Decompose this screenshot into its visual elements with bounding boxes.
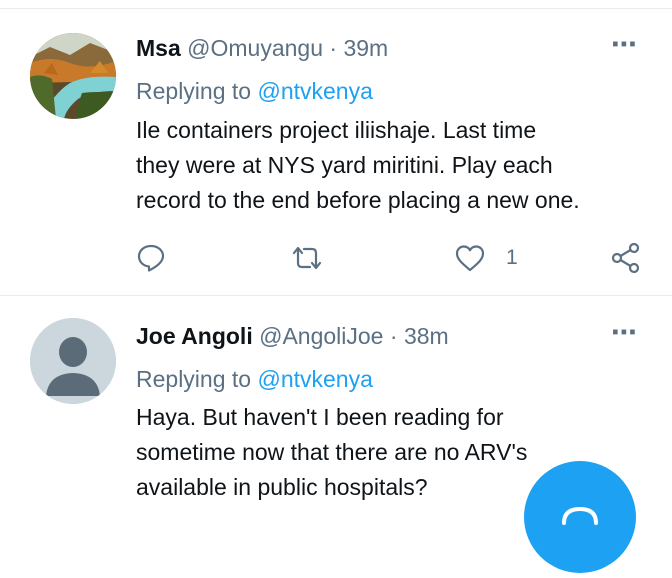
- timestamp[interactable]: 39m: [343, 35, 388, 61]
- separator-dot: ·: [389, 323, 398, 349]
- more-options-icon[interactable]: ⋯: [611, 29, 638, 60]
- like-count: 1: [506, 246, 518, 269]
- avatar[interactable]: [30, 33, 116, 119]
- separator-dot: ·: [329, 35, 338, 61]
- tweet-text-line: Haya. But haven't I been reading for: [136, 404, 504, 430]
- tweet-actions: 1: [136, 241, 656, 275]
- user-handle[interactable]: @Omuyangu: [187, 35, 323, 61]
- mention-link[interactable]: @ntvkenya: [257, 366, 372, 392]
- tweet-header: Msa @Omuyangu · 39m: [136, 35, 388, 62]
- tweet-text-line: record to the end before placing a new o…: [136, 187, 580, 213]
- avatar[interactable]: [30, 318, 116, 404]
- tweet-text-line: they were at NYS yard miritini. Play eac…: [136, 152, 553, 178]
- retweet-icon: [292, 246, 322, 270]
- share-icon: [611, 242, 640, 274]
- heart-icon: [455, 245, 485, 272]
- replying-to-line: Replying to @ntvkenya: [136, 78, 373, 105]
- display-name[interactable]: Msa: [136, 35, 181, 61]
- reply-button[interactable]: [136, 241, 166, 275]
- tweet-text-line: Ile containers project iliishaje. Last t…: [136, 117, 537, 143]
- top-divider: [0, 0, 672, 9]
- tweet-header: Joe Angoli @AngoliJoe · 38m: [136, 323, 449, 350]
- reply-icon: [137, 244, 165, 272]
- share-button[interactable]: [610, 241, 642, 275]
- replying-to-line: Replying to @ntvkenya: [136, 366, 373, 393]
- user-handle[interactable]: @AngoliJoe: [259, 323, 383, 349]
- timestamp[interactable]: 38m: [404, 323, 449, 349]
- compose-button[interactable]: [524, 461, 636, 573]
- default-profile-icon: [30, 318, 116, 404]
- like-button[interactable]: 1: [454, 241, 518, 275]
- tweet-text: Ile containers project iliishaje. Last t…: [136, 113, 656, 218]
- landscape-photo-icon: [30, 33, 116, 119]
- replying-to-label: Replying to: [136, 78, 252, 104]
- compose-icon: [562, 506, 598, 525]
- tweet-item[interactable]: Msa @Omuyangu · 39m ⋯ Replying to @ntvke…: [0, 9, 672, 296]
- retweet-button[interactable]: [290, 241, 324, 275]
- display-name[interactable]: Joe Angoli: [136, 323, 253, 349]
- more-options-icon[interactable]: ⋯: [611, 317, 638, 348]
- mention-link[interactable]: @ntvkenya: [257, 78, 372, 104]
- replying-to-label: Replying to: [136, 366, 252, 392]
